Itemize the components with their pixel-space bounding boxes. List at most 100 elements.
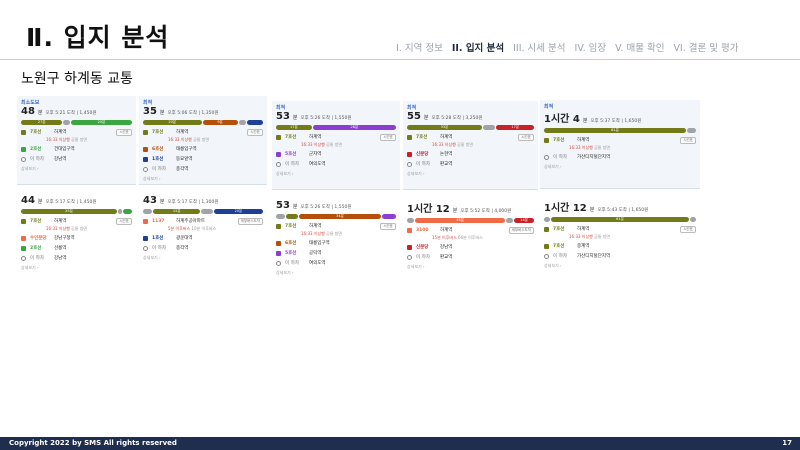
route-card[interactable]: 최적 35 분 오후 5:06 도착 | 1,350원 20분 9분 7호선 하계역 시간표 16… — [139, 96, 267, 184]
bar-segment — [544, 217, 550, 222]
timetable-button[interactable]: 시간표 — [680, 225, 696, 233]
route-card[interactable]: 1시간 12 분 오후 5:52 도착 | 4,000원 46분 14분 3100 하계역 세… — [403, 189, 538, 284]
route-card[interactable]: 최적 1시간 4 분 오후 5:37 도착 | 1,650원 61분 7호선 하계역 시간표 1… — [540, 100, 700, 188]
station-name: 선릉역 — [54, 246, 67, 251]
direction: 공릉 방면 — [592, 144, 611, 150]
subway-icon — [276, 240, 281, 246]
details-link[interactable]: 상세보기 › — [21, 265, 132, 271]
nav-item[interactable]: I. 지역 정보 — [396, 40, 443, 54]
route-card[interactable]: 최소도보 48 분 오후 5:21 도착 | 1,450원 27분 20분 7호선 하계역 시간… — [17, 96, 136, 184]
departure-info: 15분 이후버스 66분 이후버스 — [432, 235, 534, 241]
departure-time: 16:33 이상행 — [46, 136, 70, 142]
station-name: 군자역 — [309, 152, 322, 157]
footer-bar: Copyright 2022 by SMS All rights reserve… — [0, 437, 800, 450]
bar-segment — [690, 217, 696, 222]
subway-icon — [143, 146, 148, 152]
bar-segment — [483, 125, 496, 130]
transit-step: 2호선 선릉역 — [21, 245, 132, 252]
line-name: 5호선 — [285, 152, 297, 157]
route-duration: 1시간 12 분 오후 5:52 도착 | 4,000원 — [407, 200, 534, 215]
nav-item[interactable]: II. 입지 분석 — [452, 40, 504, 54]
bar-segment — [286, 214, 299, 219]
direction: 66분 이후버스 — [456, 234, 483, 240]
line-name: 6호선 — [152, 147, 164, 152]
station-name: 종각역 — [176, 167, 189, 172]
details-link[interactable]: 상세보기 › — [407, 171, 534, 177]
transit-step: 7호선 하계역 시간표 — [21, 217, 132, 225]
route-card[interactable]: 1시간 12 분 오후 5:43 도착 | 1,650원 61분 7호선 하계역 시간표 16… — [540, 188, 700, 283]
line-name: 신분당 — [416, 245, 429, 250]
subway-icon — [407, 134, 412, 140]
route-card[interactable]: 53 분 오후 5:26 도착 | 1,550원 34분 7호선 하계역 시간표 16:33 … — [272, 189, 400, 284]
walk-icon — [143, 245, 148, 251]
details-link[interactable]: 상세보기 › — [21, 166, 132, 172]
details-link[interactable]: 상세보기 › — [143, 255, 263, 261]
route-card[interactable]: 44 분 오후 5:17 도착 | 1,450원 25분 7호선 하계역 시간표 16:33 … — [17, 184, 136, 279]
subway-icon — [407, 244, 412, 250]
transit-step: 이 하차 종각역 — [143, 245, 263, 252]
transit-step: 7호선 하계역 시간표 — [544, 225, 696, 233]
departure-info: 16:33 이상행 공릉 방면 — [301, 142, 396, 148]
route-duration: 1시간 4 분 오후 5:37 도착 | 1,650원 — [544, 110, 696, 125]
line-name: 7호선 — [553, 244, 565, 249]
timetable-button[interactable]: 시간표 — [380, 133, 396, 141]
timetable-button[interactable]: 시간표 — [380, 222, 396, 230]
timetable-button[interactable]: 시간표 — [247, 128, 263, 136]
nav-item[interactable]: IV. 임장 — [575, 40, 607, 54]
route-progress-bar: 25분 — [21, 209, 132, 214]
details-link[interactable]: 상세보기 › — [143, 176, 263, 182]
departure-time: 16:33 이상행 — [46, 225, 70, 231]
station-name: 여의도역 — [309, 261, 326, 266]
route-column-gasan: 최적 1시간 4 분 오후 5:37 도착 | 1,650원 61분 7호선 하계역 시간표 1… — [540, 100, 700, 283]
direction: 공릉 방면 — [455, 141, 474, 147]
transit-step: 2호선 건대입구역 — [21, 146, 132, 153]
details-link[interactable]: 상세보기 › — [276, 270, 396, 276]
station-name: 강남역 — [54, 256, 67, 261]
nav-item[interactable]: VI. 결론 및 평가 — [673, 40, 738, 54]
timetable-button[interactable]: 세부버스도착 — [237, 217, 263, 225]
line-name: 수인분당 — [30, 236, 47, 241]
details-link[interactable]: 상세보기 › — [544, 263, 696, 269]
arrival-fare: 오후 5:37 도착 | 1,650원 — [590, 119, 642, 124]
timetable-button[interactable]: 시간표 — [116, 217, 132, 225]
details-link[interactable]: 상세보기 › — [544, 164, 696, 170]
station-name: 중계역 — [577, 244, 590, 249]
route-label — [21, 188, 132, 194]
arrival-fare: 오후 5:26 도착 | 1,550원 — [300, 116, 352, 121]
timetable-button[interactable]: 시간표 — [680, 136, 696, 144]
arrival-fare: 오후 5:28 도착 | 3,250원 — [431, 116, 483, 121]
subway-icon — [276, 134, 281, 140]
nav-item[interactable]: V. 매물 확인 — [615, 40, 664, 54]
walk-icon — [21, 255, 26, 261]
nav-item[interactable]: III. 시세 분석 — [513, 40, 565, 54]
station-name: 판교역 — [440, 255, 453, 260]
line-name: 이 하차 — [152, 246, 166, 251]
route-card[interactable]: 최적 53 분 오후 5:26 도착 | 1,550원 17분 28분 7호선 하계역 시간표 1… — [272, 101, 400, 189]
timetable-button[interactable]: 시간표 — [518, 133, 534, 141]
route-card[interactable]: 최적 55 분 오후 5:28 도착 | 3,250원 33분 17분 7호선 하계역 시간표 1… — [403, 101, 538, 189]
subway-icon — [143, 129, 148, 135]
direction: 공릉 방면 — [69, 225, 88, 231]
line-name: 1137 — [152, 218, 165, 224]
route-duration: 35 분 오후 5:06 도착 | 1,350원 — [143, 106, 263, 117]
route-card[interactable]: 43 분 오후 5:17 도착 | 1,300원 15분 20분 1137 하계주공아파트 세… — [139, 184, 267, 279]
station-name: 공덕역 — [309, 251, 322, 256]
timetable-button[interactable]: 세부버스도착 — [508, 226, 534, 234]
route-progress-bar: 27분 20분 — [21, 120, 132, 125]
timetable-button[interactable]: 시간표 — [116, 128, 132, 136]
details-link[interactable]: 상세보기 › — [276, 171, 396, 177]
bus-icon — [21, 235, 26, 241]
route-progress-bar: 34분 — [276, 214, 396, 219]
duration-unit: 분 — [582, 118, 588, 124]
station-name: 건대입구역 — [54, 147, 75, 152]
route-progress-bar: 61분 — [544, 128, 696, 133]
bar-segment: 33분 — [407, 125, 482, 130]
transit-step: 6호선 태릉입구역 — [276, 240, 396, 247]
route-label: 최적 — [143, 100, 153, 106]
duration-minutes: 1시간 4 — [544, 114, 580, 125]
section-subtitle: 노원구 하계동 교통 — [21, 71, 133, 87]
arrival-fare: 오후 5:17 도착 | 1,300원 — [167, 200, 219, 205]
departure-info: 16:33 이상행 공릉 방면 — [46, 137, 132, 143]
route-label — [143, 188, 263, 194]
details-link[interactable]: 상세보기 › — [407, 264, 534, 270]
